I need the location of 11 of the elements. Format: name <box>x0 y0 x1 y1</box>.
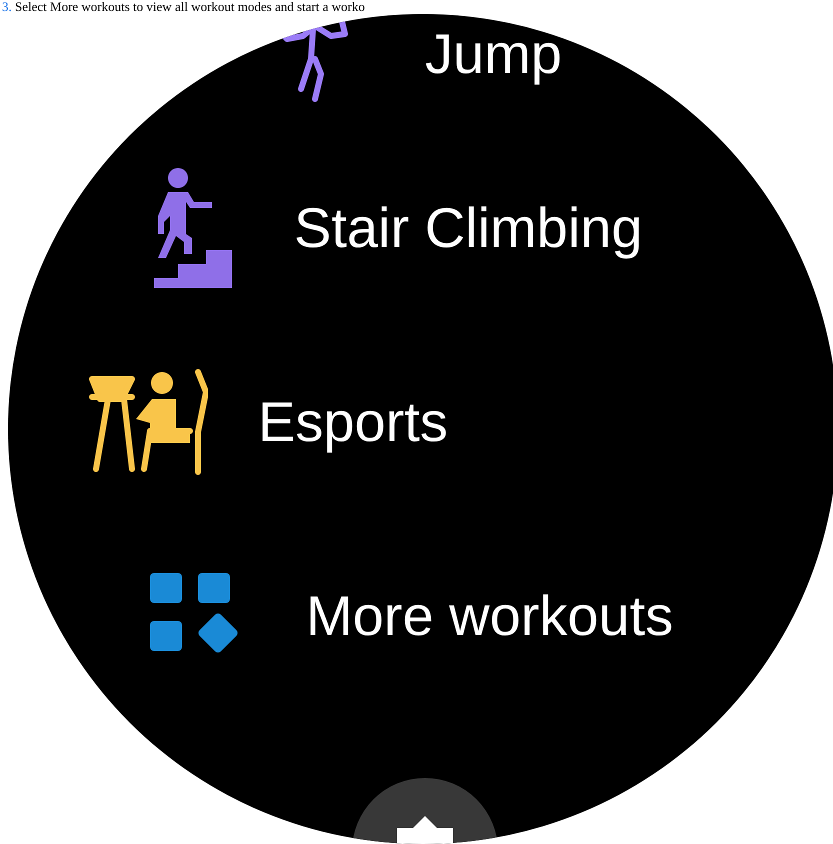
step-number: 3. <box>2 0 12 14</box>
workout-item[interactable]: Stair Climbing <box>8 168 833 288</box>
workout-label: More workouts <box>306 583 674 649</box>
caption-text: Select More workouts to view all workout modes and start a worko <box>15 0 365 14</box>
workout-label: Jump <box>425 21 562 87</box>
workout-label: Stair Climbing <box>294 195 643 261</box>
workout-item[interactable]: Esports <box>8 362 833 482</box>
workout-item[interactable]: Jump <box>8 14 833 114</box>
gamer-at-desk-icon <box>88 367 208 477</box>
workout-label: Esports <box>258 389 448 455</box>
workout-item[interactable]: More workouts <box>8 556 833 676</box>
